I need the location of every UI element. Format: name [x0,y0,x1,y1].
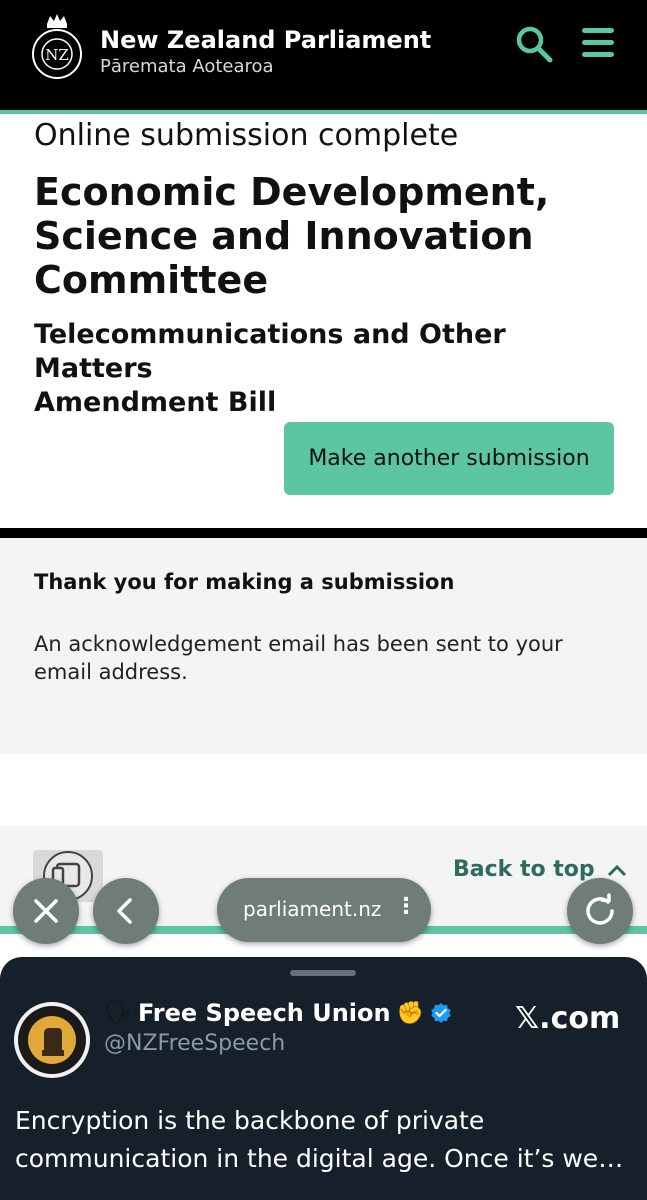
acknowledgement-panel: Thank you for making a submission An ack… [0,538,647,754]
x-com-logo[interactable]: 𝕏.com [515,1001,620,1036]
more-options-icon[interactable]: ⋮ [395,894,417,919]
site-header: NZ New Zealand Parliament Pāremata Aotea… [0,0,647,114]
tweet-card[interactable]: 🗣 Free Speech Union ✊ @NZFreeSpeech 𝕏.com … [0,957,647,1200]
site-title[interactable]: New Zealand Parliament [100,26,431,54]
committee-line: Economic Development, [34,170,550,214]
tweet-text-line: Encryption is the backbone of private [15,1106,485,1135]
chevron-up-icon [608,864,627,877]
reload-icon [586,893,614,925]
svg-text:NZ: NZ [45,46,69,64]
committee-title: Economic Development, Science and Innova… [34,170,614,302]
make-another-submission-button[interactable]: Make another submission [284,422,614,495]
bill-line: Telecommunications and Other Matters [34,319,506,384]
sheet-grabber[interactable] [290,970,356,976]
search-icon[interactable] [514,24,554,64]
acknowledgement-body: An acknowledgement email has been sent t… [34,630,614,686]
acknowledgement-line: email address. [34,660,188,684]
parliament-crest-icon: NZ [32,14,82,79]
close-button[interactable] [13,878,79,944]
speaking-head-icon: 🗣 [104,1000,132,1026]
menu-icon[interactable] [580,26,616,60]
committee-line: Committee [34,258,269,302]
bill-title: Telecommunications and Other Matters Ame… [34,318,614,420]
submission-status: Online submission complete [34,118,459,153]
avatar[interactable] [14,1002,90,1078]
bill-line: Amendment Bill [34,387,277,418]
verified-badge-icon [431,1003,451,1023]
header-accent-line [0,110,647,114]
close-icon [34,899,58,923]
tweet-text-line: communication in the digital age. Once i… [15,1144,635,1173]
site-subtitle: Pāremata Aotearoa [100,56,274,77]
reload-button[interactable] [567,878,633,944]
tweet-author-row: 🗣 Free Speech Union ✊ [104,999,452,1031]
tweet-author-name[interactable]: Free Speech Union [138,999,391,1027]
url-bar[interactable]: parliament.nz ⋮ [217,878,431,942]
raised-fist-icon: ✊ [396,1000,425,1026]
url-text: parliament.nz [243,897,382,921]
tweet-handle[interactable]: @NZFreeSpeech [104,1031,285,1056]
back-to-top-label: Back to top [453,857,595,882]
chevron-left-icon [117,898,132,924]
acknowledgement-title: Thank you for making a submission [34,570,455,594]
committee-line: Science and Innovation [34,214,534,258]
browser-back-button[interactable] [93,878,159,944]
acknowledgement-line: An acknowledgement email has been sent t… [34,632,563,656]
tweet-text: Encryption is the backbone of private co… [15,1102,635,1178]
section-divider [0,528,647,538]
